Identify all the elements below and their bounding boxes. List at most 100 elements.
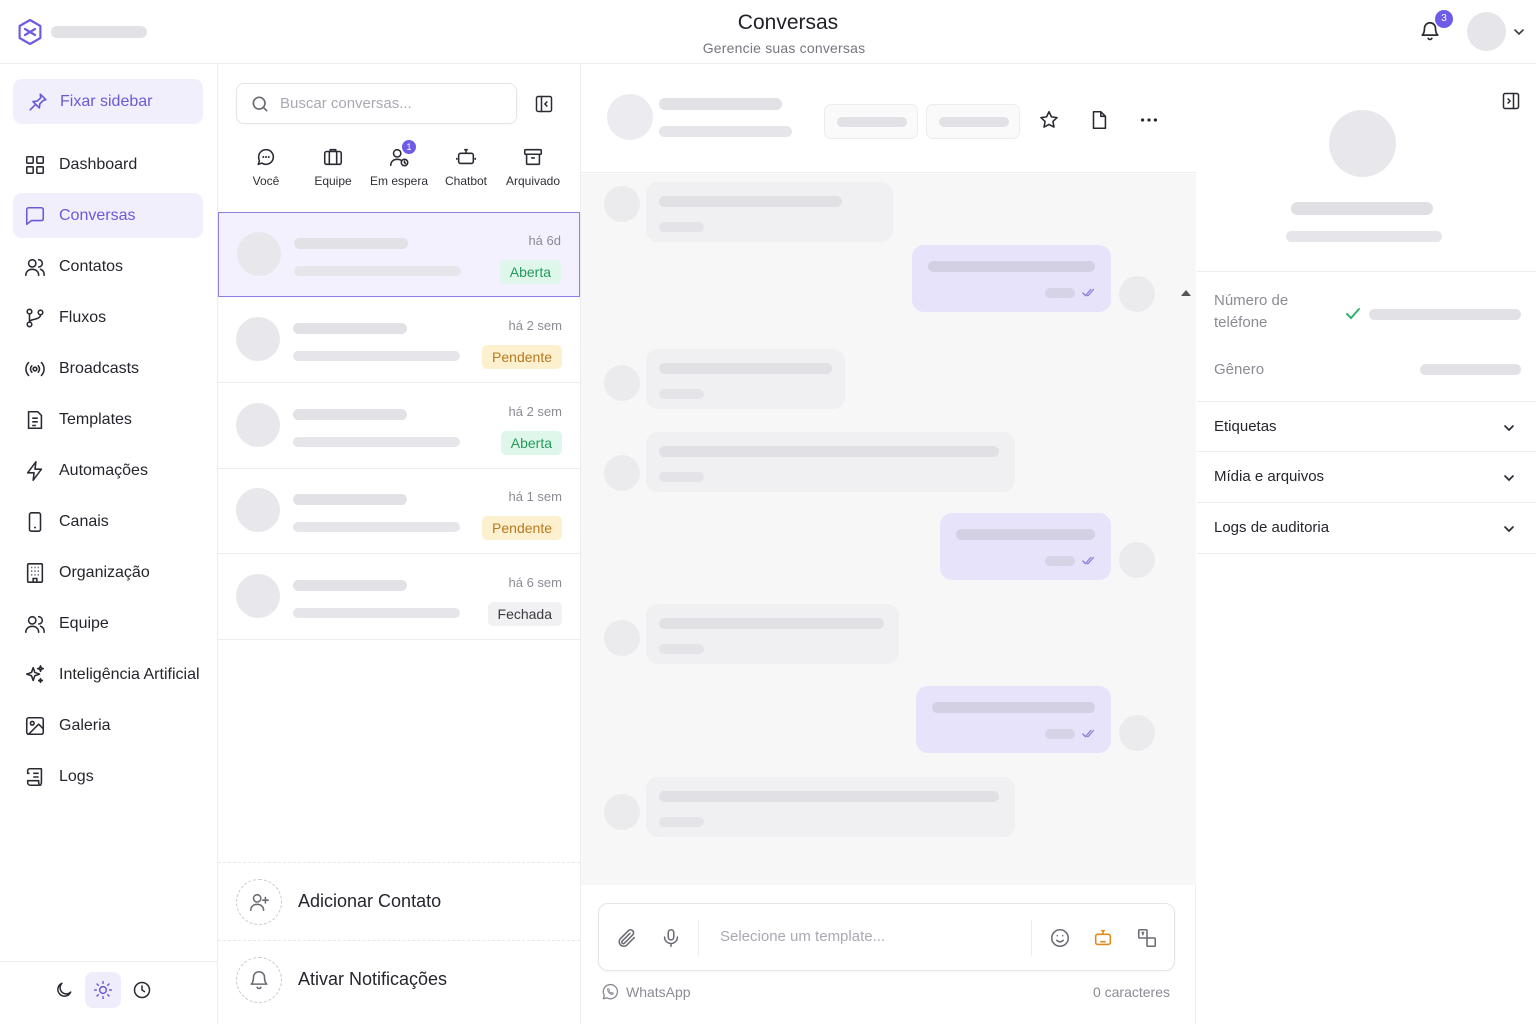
incoming-message (646, 349, 845, 409)
add-contact-button[interactable]: Adicionar Contato (218, 862, 580, 940)
search-icon (252, 96, 268, 111)
robot-icon (456, 148, 476, 165)
waiting-badge: 1 (402, 140, 416, 154)
sidebar-item-organizacao[interactable]: Organização (13, 550, 203, 595)
file-icon[interactable] (1088, 109, 1110, 131)
chevron-down-icon[interactable] (1512, 25, 1526, 39)
header-action-pill[interactable] (824, 104, 918, 139)
tab-arquivado[interactable]: Arquivado (500, 146, 566, 188)
chat-panel: Selecione um template... WhatsApp 0 cara… (581, 64, 1196, 1024)
template-select[interactable]: Selecione um template... (720, 928, 885, 945)
system-theme-button[interactable] (124, 972, 160, 1008)
sidebar-item-automacoes[interactable]: Automações (13, 448, 203, 493)
accordion-title: Etiquetas (1214, 418, 1277, 435)
sidebar-item-label: Broadcasts (59, 359, 140, 377)
tab-label: Em espera (369, 174, 429, 188)
conversation-item[interactable]: há 6 sem Fechada (218, 555, 580, 640)
conversation-item[interactable]: há 1 sem Pendente (218, 469, 580, 554)
sidebar-item-templates[interactable]: Templates (13, 397, 203, 442)
collapse-list-icon[interactable] (534, 94, 554, 114)
outgoing-message (940, 513, 1111, 580)
name-placeholder (293, 323, 407, 334)
search-input[interactable] (280, 95, 500, 112)
message-avatar (1119, 542, 1155, 578)
top-header: Conversas Gerencie suas conversas 3 (0, 0, 1536, 64)
attachment-icon[interactable] (616, 927, 638, 949)
clock-icon (133, 981, 151, 999)
conversation-time: há 2 sem (508, 318, 562, 333)
star-icon[interactable] (1038, 109, 1060, 131)
contact-info-placeholder (659, 126, 792, 137)
outgoing-message (912, 245, 1111, 312)
sidebar-item-equipe[interactable]: Equipe (13, 601, 203, 646)
accordion-midia-e-arquivos[interactable]: Mídia e arquivos (1197, 452, 1536, 503)
conversation-item[interactable]: há 2 sem Pendente (218, 298, 580, 383)
contact-subinfo-placeholder (1286, 231, 1442, 242)
contact-name-placeholder (1291, 202, 1433, 215)
sidebar-item-conversas[interactable]: Conversas (13, 193, 203, 238)
accordion-logs-de-auditoria[interactable]: Logs de auditoria (1197, 503, 1536, 554)
translate-icon[interactable] (1136, 927, 1158, 949)
tab-voce[interactable]: Você (233, 146, 299, 188)
preview-placeholder (293, 608, 460, 618)
team-icon (25, 615, 45, 633)
conversation-item[interactable]: há 2 sem Aberta (218, 384, 580, 469)
light-theme-button[interactable] (85, 972, 121, 1008)
conversation-avatar (237, 232, 281, 276)
sidebar: Fixar sidebar Dashboard Conversas Contat… (0, 64, 218, 1024)
sidebar-item-broadcasts[interactable]: Broadcasts (13, 346, 203, 391)
accordion-title: Mídia e arquivos (1214, 468, 1325, 485)
sidebar-item-label: Conversas (59, 206, 136, 224)
contact-details-panel: Número de teléfone Gênero Etiquetas Mídi… (1197, 64, 1536, 1024)
sidebar-item-inteligencia-artificial[interactable]: Inteligência Artificial (13, 652, 203, 697)
conversation-avatar (236, 488, 280, 532)
user-avatar[interactable] (1467, 12, 1506, 51)
sidebar-item-canais[interactable]: Canais (13, 499, 203, 544)
pin-sidebar-button[interactable]: Fixar sidebar (13, 79, 203, 124)
chevron-down-icon (1504, 425, 1514, 432)
emoji-icon[interactable] (1049, 927, 1071, 949)
sidebar-item-galeria[interactable]: Galeria (13, 703, 203, 748)
tab-equipe[interactable]: Equipe (300, 146, 366, 188)
double-check-icon (1082, 729, 1095, 738)
search-box[interactable] (236, 83, 517, 124)
conversation-avatar (236, 317, 280, 361)
sidebar-item-logs[interactable]: Logs (13, 754, 203, 799)
scroll-up-icon[interactable] (1180, 289, 1192, 297)
broadcast-icon (25, 361, 45, 376)
name-placeholder (293, 494, 407, 505)
header-action-pill[interactable] (926, 104, 1020, 139)
sidebar-item-fluxos[interactable]: Fluxos (13, 295, 203, 340)
tab-em-espera[interactable]: 1 Em espera (366, 140, 432, 188)
bot-icon[interactable] (1092, 927, 1114, 949)
phone-icon (28, 511, 42, 532)
bell-icon (250, 970, 268, 989)
archive-icon (523, 148, 543, 166)
status-badge: Pendente (482, 516, 562, 540)
composer-divider (1031, 920, 1032, 956)
dark-theme-button[interactable] (46, 972, 82, 1008)
enable-notifications-label: Ativar Notificações (298, 969, 448, 989)
contact-avatar[interactable] (607, 94, 653, 140)
microphone-icon[interactable] (660, 927, 682, 949)
message-avatar (604, 365, 640, 401)
accordion-etiquetas[interactable]: Etiquetas (1197, 401, 1536, 452)
sidebar-item-contatos[interactable]: Contatos (13, 244, 203, 289)
collapse-details-icon[interactable] (1501, 91, 1521, 111)
sidebar-item-label: Contatos (59, 257, 124, 275)
sidebar-item-dashboard[interactable]: Dashboard (13, 142, 203, 187)
page-subtitle: Gerencie suas conversas (702, 40, 866, 56)
moon-icon (57, 982, 72, 997)
user-plus-icon (249, 893, 269, 911)
name-placeholder (293, 409, 407, 420)
message-avatar (1119, 715, 1155, 751)
preview-placeholder (293, 522, 460, 532)
sun-icon (93, 980, 113, 1000)
building-icon (26, 562, 44, 583)
enable-notifications-button[interactable]: Ativar Notificações (218, 940, 580, 1018)
conversation-item[interactable]: há 6d Aberta (218, 212, 580, 297)
verified-check-icon (1346, 308, 1360, 320)
more-options-icon[interactable] (1138, 109, 1160, 131)
message-area[interactable] (581, 174, 1196, 885)
tab-chatbot[interactable]: Chatbot (433, 146, 499, 188)
